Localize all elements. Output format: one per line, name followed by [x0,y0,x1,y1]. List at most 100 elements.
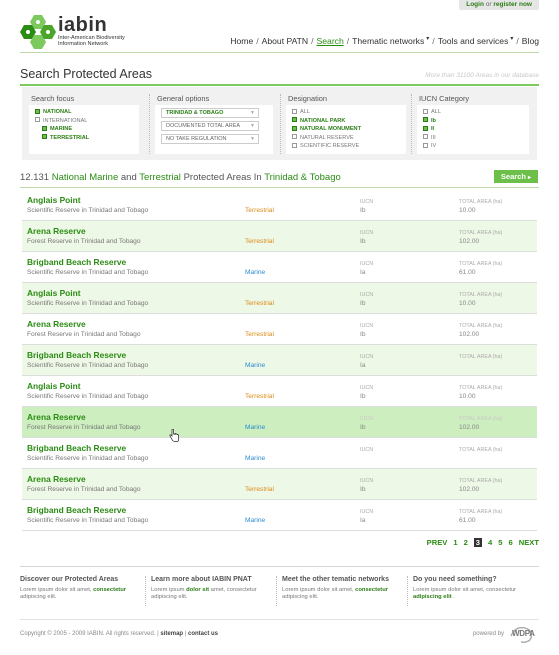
area-header: TOTAL AREA (ha) [459,416,503,422]
page-link[interactable]: 3 [473,538,483,547]
footer-link[interactable]: adipiscing elit [413,594,452,600]
designation-option[interactable]: ALL [292,108,400,117]
result-row[interactable]: Arena Reserve Forest Reserve in Trinidad … [22,407,537,438]
result-row[interactable]: Arena Reserve Forest Reserve in Trinidad … [22,469,537,500]
result-name[interactable]: Brigband Beach Reserve [27,443,126,453]
iucn-option[interactable]: III [423,134,523,143]
footer-text: Lorem ipsum dolor sit amet, consectetur [413,587,517,593]
login-link[interactable]: Login [466,1,484,8]
nav-item-tools-and-services[interactable]: Tools and services [438,36,509,46]
nav-separator: / [432,36,435,46]
checkbox-icon[interactable] [423,108,428,114]
area-header: TOTAL AREA (ha) [459,447,503,453]
login-or-text: or [485,1,492,8]
iabin-logo[interactable]: iabin Inter-American Biodiversity Inform… [20,13,140,49]
pagination: PREV 1 2 3 4 5 6 NEXT [421,538,539,547]
result-type: Forest Reserve in Trinidad and Tobago [27,331,141,338]
page-link[interactable]: 5 [498,538,502,547]
iucn-option[interactable]: II [423,125,523,134]
wdpa-logo[interactable]: WDPA [507,624,537,644]
results-list: Anglais Point Scientific Reserve in Trini… [22,190,537,531]
iucn-option[interactable]: Ib [423,117,523,126]
checkbox-icon[interactable] [292,108,297,114]
checkbox-icon[interactable] [292,134,297,140]
page-link[interactable]: 1 [453,538,457,547]
result-ecosystem: Marine [245,362,266,369]
result-name[interactable]: Anglais Point [27,195,81,205]
result-ecosystem: Terrestrial [245,393,274,400]
checkbox-checked-icon[interactable] [423,117,428,123]
checkbox-icon[interactable] [423,142,428,148]
checkbox-checked-icon[interactable] [423,125,428,131]
designation-option[interactable]: NATURAL RESERVE [292,134,400,143]
designation-option[interactable]: NATIONAL PARK [292,117,400,126]
result-name[interactable]: Arena Reserve [27,474,86,484]
result-row[interactable]: Anglais Point Scientific Reserve in Trini… [22,376,537,407]
result-row[interactable]: Arena Reserve Forest Reserve in Trinidad … [22,221,537,252]
brand-subtitle: Inter-American Biodiversity Information … [58,35,125,48]
search-button[interactable]: Search ▸ [494,170,538,183]
page-link[interactable]: 4 [488,538,492,547]
result-name[interactable]: Brigband Beach Reserve [27,505,126,515]
iucn-option[interactable]: ALL [423,108,523,117]
sitemap-link[interactable]: sitemap [160,631,183,637]
result-row[interactable]: Brigband Beach Reserve Scientific Reserve… [22,438,537,469]
checkbox-checked-icon[interactable] [42,134,47,140]
footer-link[interactable]: consectetur [355,587,388,593]
iucn-option[interactable]: IV [423,142,523,151]
register-link[interactable]: register now [493,1,532,8]
page-link[interactable]: 2 [464,538,468,547]
focus-option[interactable]: NATIONAL [35,108,133,117]
checkbox-icon[interactable] [35,117,40,123]
result-name[interactable]: Arena Reserve [27,412,86,422]
footer-column-text: Lorem ipsum dolor sit amet, consectetur … [282,587,404,601]
checkbox-checked-icon[interactable] [292,125,297,131]
result-row[interactable]: Brigband Beach Reserve Scientific Reserve… [22,252,537,283]
general-select[interactable]: NO TAKE REGULATION ▼ [161,134,259,144]
designation-option[interactable]: NATURAL MONUMENT [292,125,400,134]
nav-item-about-patn[interactable]: About PATN [262,36,309,46]
result-name[interactable]: Anglais Point [27,288,81,298]
checkbox-checked-icon[interactable] [292,117,297,123]
result-name[interactable]: Arena Reserve [27,226,86,236]
checkbox-icon[interactable] [292,142,297,148]
result-row[interactable]: Arena Reserve Forest Reserve in Trinidad … [22,314,537,345]
result-row[interactable]: Brigband Beach Reserve Scientific Reserve… [22,345,537,376]
result-name[interactable]: Brigband Beach Reserve [27,350,126,360]
footer-link[interactable]: consectetur [93,587,126,593]
chevron-right-icon: ▸ [528,175,532,181]
designation-option[interactable]: SCIENTIFIC RESERVE [292,142,400,151]
result-type: Forest Reserve in Trinidad and Tobago [27,486,141,493]
iucn-option-label: ALL [431,109,441,115]
result-row[interactable]: Brigband Beach Reserve Scientific Reserve… [22,500,537,531]
result-row[interactable]: Anglais Point Scientific Reserve in Trini… [22,283,537,314]
general-select[interactable]: TRINIDAD & TOBAGO ▼ [161,108,259,118]
footer-divider [145,576,146,606]
focus-option-label: TERRESTRIAL [50,134,90,141]
search-button-label: Search [500,172,526,181]
page-link[interactable]: 6 [509,538,513,547]
result-row[interactable]: Anglais Point Scientific Reserve in Trini… [22,190,537,221]
focus-option[interactable]: INTERNATIONAL [35,117,133,126]
checkbox-icon[interactable] [423,134,428,140]
nav-item-home[interactable]: Home [230,36,253,46]
contact-link[interactable]: contact us [188,631,218,637]
nav-item-search[interactable]: Search [317,36,344,46]
result-name[interactable]: Anglais Point [27,381,81,391]
checkbox-checked-icon[interactable] [42,125,47,131]
general-select[interactable]: DOCUMENTED TOTAL AREA ▼ [161,121,259,131]
result-name[interactable]: Brigband Beach Reserve [27,257,126,267]
focus-option[interactable]: MARINE [35,125,133,134]
nav-item-thematic-networks[interactable]: Thematic networks [352,36,424,46]
designation-option-label: NATURAL RESERVE [300,134,354,141]
result-name[interactable]: Arena Reserve [27,319,86,329]
area-header: TOTAL AREA (ha) [459,199,503,205]
hexagon-logo-icon [20,15,56,49]
page-subtitle: More than 31100 Areas in our database [425,72,539,79]
checkbox-checked-icon[interactable] [35,108,40,114]
prev-link[interactable]: PREV [427,538,448,547]
footer-link[interactable]: dolor sit [186,587,209,593]
nav-item-blog[interactable]: Blog [522,36,539,46]
focus-option[interactable]: TERRESTRIAL [35,134,133,143]
next-link[interactable]: NEXT [519,538,539,547]
